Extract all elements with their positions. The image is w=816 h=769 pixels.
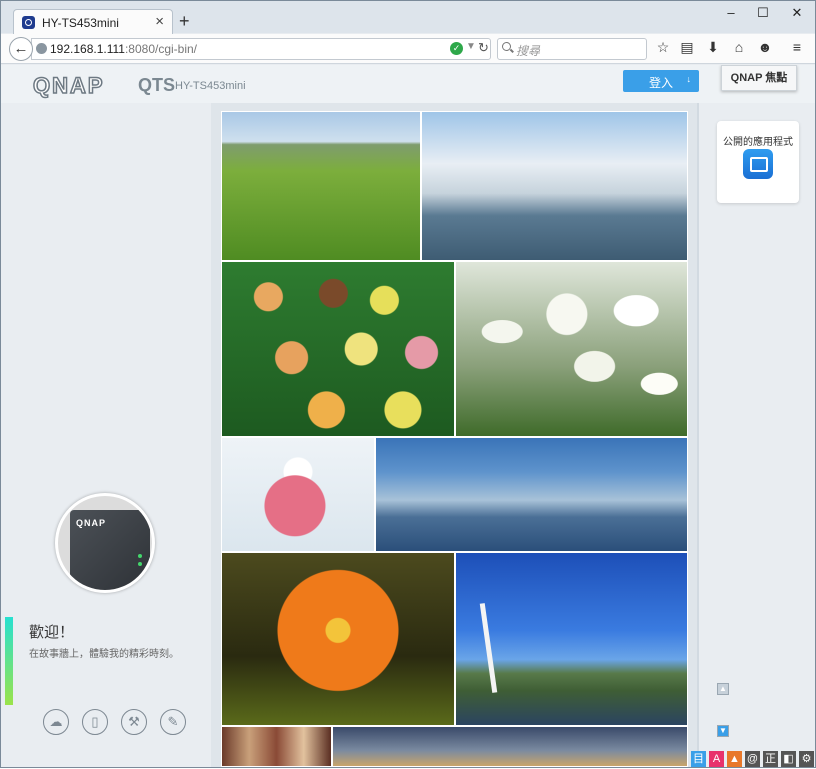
poppy-photo[interactable] (221, 552, 455, 726)
tulips-photo[interactable] (455, 261, 688, 437)
tab-strip: HY-TS453mini × + – ☐ ✕ (1, 1, 815, 35)
avatar: QNAP (55, 493, 155, 593)
scroll-down-button[interactable]: ▼ (717, 725, 729, 737)
new-tab-button[interactable]: + (179, 12, 190, 30)
mobile-icon[interactable]: ▯ (82, 709, 108, 735)
url-text[interactable]: 192.168.1.111:8080/cgi-bin/ (50, 42, 197, 56)
dessert-photo[interactable] (221, 437, 375, 552)
site-info-icon[interactable] (36, 43, 47, 54)
public-apps-card[interactable]: 公開的應用程式 (717, 121, 799, 203)
photo-station-icon (743, 149, 773, 179)
reading-list-icon[interactable]: ▤ (677, 39, 697, 56)
secure-check-icon: ✓ (450, 42, 463, 55)
qnap-favicon-icon (22, 16, 35, 29)
accent-bar (5, 617, 13, 705)
public-apps-label: 公開的應用程式 (723, 137, 793, 148)
macarons-photo[interactable] (221, 261, 455, 437)
qts-header: QNAP QTS HY-TS453mini 登入 ↓ QNAP 焦點 (1, 65, 815, 103)
download-icon[interactable]: ⬇ (703, 39, 723, 56)
dropdown-arrow-icon[interactable]: ▼ (466, 41, 476, 52)
cloud-icon[interactable]: ☁ (43, 709, 69, 735)
avatar-brand: QNAP (76, 518, 107, 528)
chat-icon[interactable]: ☻ (755, 39, 775, 55)
tray-hat-icon[interactable]: ▲ (727, 751, 742, 767)
tray-font-icon[interactable]: A (709, 751, 724, 767)
url-path: :8080/cgi-bin/ (124, 42, 198, 56)
sky-photo[interactable] (375, 437, 688, 552)
bridge-photo[interactable] (455, 552, 688, 726)
reload-icon[interactable]: ↻ (478, 40, 489, 56)
login-button[interactable]: 登入 ↓ (623, 70, 699, 92)
close-window-button[interactable]: ✕ (787, 5, 807, 21)
browser-window: HY-TS453mini × + – ☐ ✕ 192.168.1.111:808… (0, 0, 816, 768)
search-placeholder: 搜尋 (516, 44, 541, 58)
tray-grid-icon[interactable]: 目 (691, 751, 706, 767)
tab-active[interactable]: HY-TS453mini × (13, 9, 173, 35)
scroll-up-button[interactable]: ▲ (717, 683, 729, 695)
login-arrow-icon: ↓ (686, 74, 692, 84)
tab-title: HY-TS453mini (42, 16, 119, 30)
tab-close-icon[interactable]: × (155, 13, 164, 30)
tray-half-icon[interactable]: ◧ (781, 751, 796, 767)
url-bar[interactable]: 192.168.1.111:8080/cgi-bin/ ✓ ▼ ↻ (31, 38, 491, 60)
qnap-logo: QNAP (32, 72, 105, 99)
home-icon[interactable]: ⌂ (729, 39, 749, 55)
food-photo[interactable] (221, 726, 332, 767)
minimize-button[interactable]: – (721, 5, 741, 20)
welcome-title: 歡迎！ (29, 624, 75, 641)
sunset-photo[interactable] (332, 726, 688, 767)
qts-page: QNAP QTS HY-TS453mini 登入 ↓ QNAP 焦點 QNAP (1, 65, 815, 767)
nav-bar: 192.168.1.111:8080/cgi-bin/ ✓ ▼ ↻ ← 搜尋 ☆… (1, 34, 815, 64)
search-input[interactable]: 搜尋 (497, 38, 647, 60)
tools-icon[interactable]: ⚒ (121, 709, 147, 735)
maximize-button[interactable]: ☐ (753, 5, 773, 21)
back-button[interactable]: ← (9, 37, 33, 61)
rubber-duck-photo[interactable] (421, 111, 688, 261)
edit-icon[interactable]: ✎ (160, 709, 186, 735)
login-label: 登入 (649, 76, 674, 90)
url-host: 192.168.1.111 (50, 42, 125, 56)
menu-icon[interactable]: ≡ (787, 39, 807, 55)
balloons-photo[interactable] (221, 111, 421, 261)
star-icon[interactable]: ☆ (653, 39, 673, 56)
qnap-focus-button[interactable]: QNAP 焦點 (721, 65, 797, 91)
welcome-subtitle: 在故事牆上，體驗我的精彩時刻。 (29, 649, 179, 660)
tray-settings-icon[interactable]: ⚙ (799, 751, 814, 767)
device-model: HY-TS453mini (175, 80, 246, 92)
tray-at-icon[interactable]: @ (745, 751, 760, 767)
product-name: QTS (138, 75, 176, 95)
tray-ime-icon[interactable]: 正 (763, 751, 778, 767)
led-indicator (138, 554, 142, 558)
search-icon (502, 42, 511, 51)
led-indicator (138, 562, 142, 566)
left-panel (1, 103, 211, 767)
